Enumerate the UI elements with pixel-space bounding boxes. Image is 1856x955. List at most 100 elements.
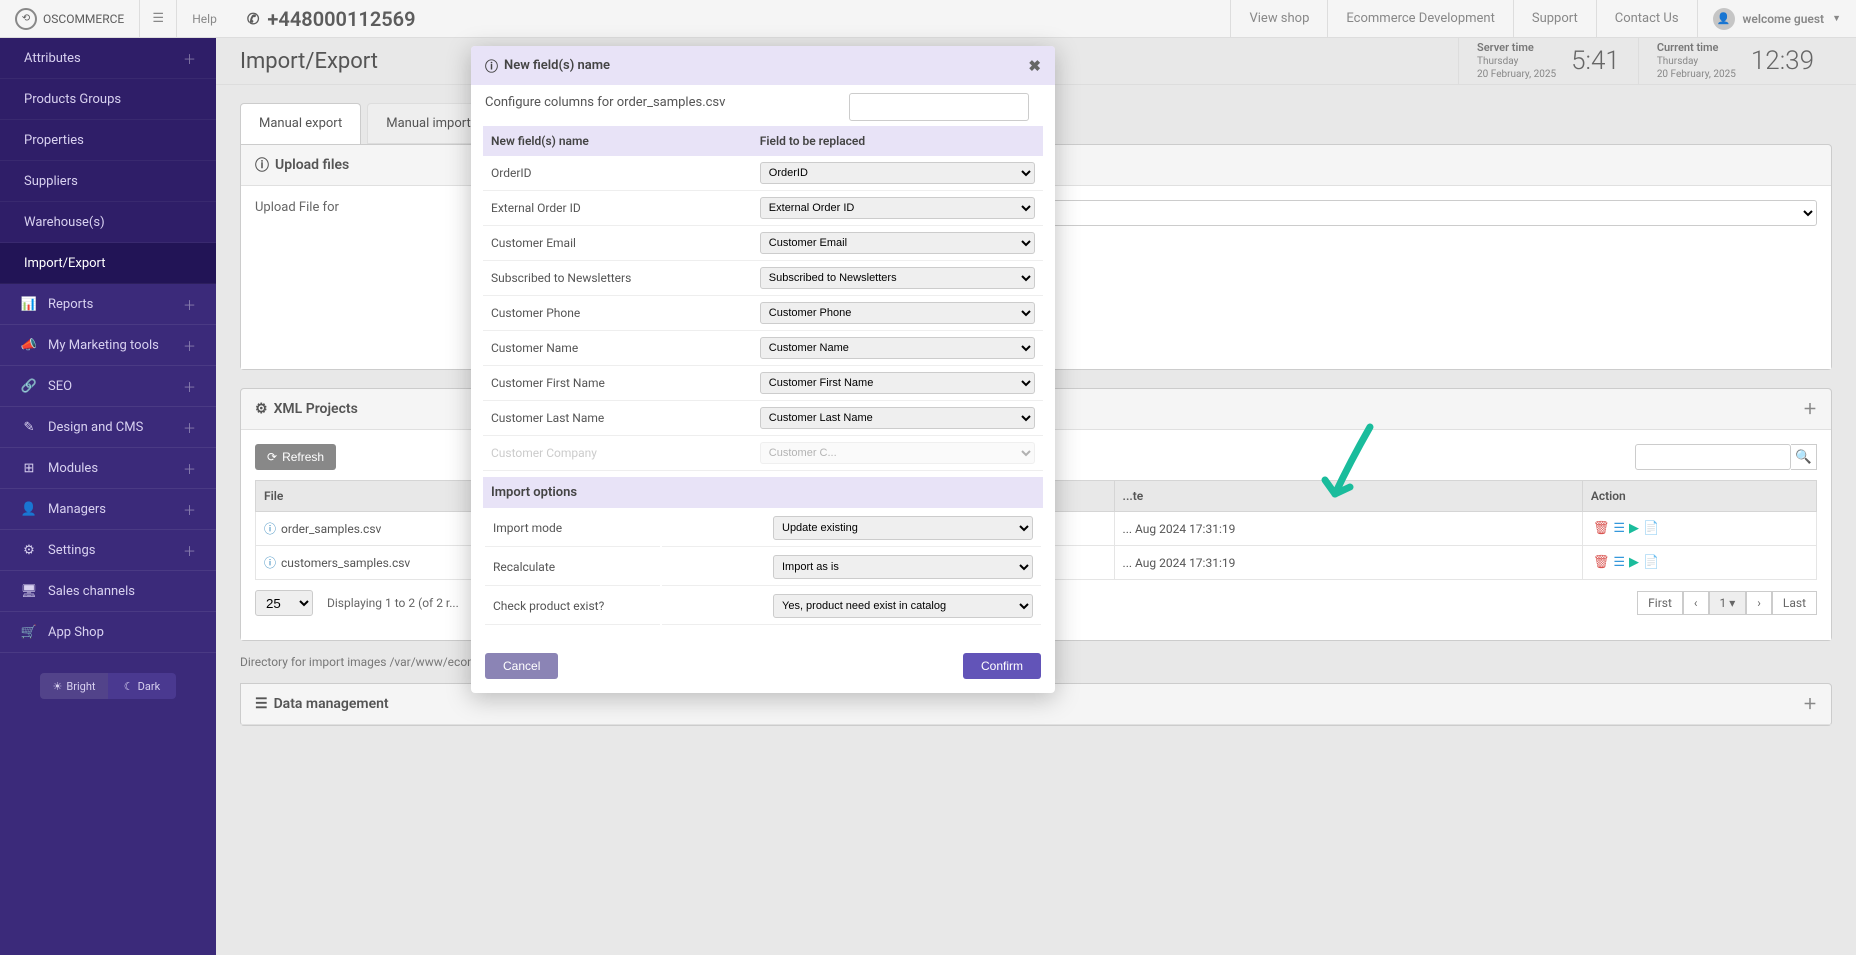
import-mode-label: Import mode xyxy=(485,510,660,547)
sidebar-item-label: Attributes xyxy=(24,51,183,66)
support-link[interactable]: Support xyxy=(1513,0,1596,38)
sidebar-item-products-groups[interactable]: Products Groups xyxy=(0,79,216,120)
page-size-select[interactable]: 25 xyxy=(255,590,313,616)
logo[interactable]: ⟲ OSCOMMERCE xyxy=(0,8,139,30)
field-replace-select[interactable]: Customer Name xyxy=(760,337,1035,359)
theme-dark-button[interactable]: ☾ Dark xyxy=(108,673,176,699)
help-link[interactable]: Help xyxy=(177,12,232,26)
list-icon[interactable]: ☰ xyxy=(1613,521,1625,536)
sidebar-item-properties[interactable]: Properties xyxy=(0,120,216,161)
delete-icon[interactable]: 🗑 xyxy=(1593,521,1610,536)
menu-icon: 🛒 xyxy=(20,625,38,640)
field-mapping-row: Customer Last NameCustomer Last Name xyxy=(483,401,1043,436)
search-input[interactable] xyxy=(1635,444,1791,470)
sidebar-item-reports[interactable]: 📊Reports＋ xyxy=(0,284,216,325)
plus-icon: ＋ xyxy=(183,459,196,478)
menu-icon: ⚙ xyxy=(20,543,38,558)
user-name: welcome guest xyxy=(1743,12,1825,26)
sidebar-item-import-export[interactable]: Import/Export xyxy=(0,243,216,284)
sidebar-item-design-and-cms[interactable]: ✎ Design and CMS＋ xyxy=(0,407,216,448)
pager-prev[interactable]: ‹ xyxy=(1683,591,1709,615)
pager-last[interactable]: Last xyxy=(1772,591,1817,615)
ecommerce-dev-link[interactable]: Ecommerce Development xyxy=(1327,0,1512,38)
add-project-icon[interactable]: ＋ xyxy=(1803,399,1817,419)
cancel-button[interactable]: Cancel xyxy=(485,653,558,679)
sidebar-item-seo[interactable]: 🔗SEO＋ xyxy=(0,366,216,407)
logo-text: OSCOMMERCE xyxy=(43,12,124,26)
plus-icon: ＋ xyxy=(183,418,196,437)
sidebar-item-label: Design and CMS xyxy=(48,420,183,435)
file-date: ... Aug 2024 17:31:19 xyxy=(1114,546,1582,580)
info-icon: ⓘ xyxy=(255,155,269,175)
recalculate-label: Recalculate xyxy=(485,549,660,586)
list-icon[interactable]: ☰ xyxy=(1613,555,1625,570)
file-date: ... Aug 2024 17:31:19 xyxy=(1114,512,1582,546)
field-mapping-row: Customer Company Customer C... xyxy=(483,436,1043,471)
sidebar-item-modules[interactable]: ⊞ Modules＋ xyxy=(0,448,216,489)
document-icon[interactable]: 📄 xyxy=(1643,555,1659,570)
sidebar-item-label: Sales channels xyxy=(48,584,196,599)
recalculate-select[interactable]: Import as is xyxy=(773,555,1033,579)
close-icon[interactable]: ✖ xyxy=(1028,57,1041,75)
sidebar-item-label: Settings xyxy=(48,543,183,558)
plus-icon: ＋ xyxy=(183,500,196,519)
delete-icon[interactable]: 🗑 xyxy=(1593,555,1610,570)
user-menu[interactable]: 👤 welcome guest ▼ xyxy=(1697,0,1856,38)
sidebar-item-settings[interactable]: ⚙Settings＋ xyxy=(0,530,216,571)
file-name: customers_samples.csv xyxy=(281,556,410,570)
sidebar-item-attributes[interactable]: Attributes＋ xyxy=(0,38,216,79)
field-mapping-row: Subscribed to NewslettersSubscribed to N… xyxy=(483,261,1043,296)
field-replace-select[interactable]: OrderID xyxy=(760,162,1035,184)
field-replace-select[interactable]: Customer First Name xyxy=(760,372,1035,394)
confirm-button[interactable]: Confirm xyxy=(963,653,1041,679)
import-mode-select[interactable]: Update existing xyxy=(773,516,1033,540)
document-icon[interactable]: 📄 xyxy=(1643,521,1659,536)
sidebar-item-label: Products Groups xyxy=(24,92,196,107)
play-icon[interactable]: ▶ xyxy=(1629,555,1639,570)
modal-filter-input[interactable] xyxy=(849,93,1029,121)
refresh-button[interactable]: ⟳ Refresh xyxy=(255,444,336,470)
menu-icon: ⊞ xyxy=(20,461,38,476)
field-replace-select[interactable]: Customer Email xyxy=(760,232,1035,254)
theme-toggle[interactable]: ☀ Bright ☾ Dark xyxy=(40,673,176,699)
field-mapping-row: Customer EmailCustomer Email xyxy=(483,226,1043,261)
pager-first[interactable]: First xyxy=(1637,591,1683,615)
field-replace-select[interactable]: Customer Phone xyxy=(760,302,1035,324)
field-mapping-row: External Order ID External Order ID xyxy=(483,191,1043,226)
modal-title: New field(s) name xyxy=(504,58,610,73)
contact-link[interactable]: Contact Us xyxy=(1596,0,1697,38)
field-replace-select[interactable]: External Order ID xyxy=(760,197,1035,219)
phone-number: ✆ +448000112569 xyxy=(232,7,431,31)
caret-down-icon: ▼ xyxy=(1832,13,1841,24)
sidebar: Attributes＋Products GroupsPropertiesSupp… xyxy=(0,38,216,955)
tab-manual-export[interactable]: Manual export xyxy=(240,103,361,144)
view-shop-link[interactable]: View shop xyxy=(1230,0,1327,38)
sidebar-item-sales-channels[interactable]: 🖥Sales channels xyxy=(0,571,216,612)
field-replace-select[interactable]: Customer C... xyxy=(760,442,1035,464)
sidebar-item-label: Modules xyxy=(48,461,183,476)
add-data-icon[interactable]: ＋ xyxy=(1803,694,1817,714)
pager-next[interactable]: › xyxy=(1746,591,1772,615)
field-name: OrderID xyxy=(483,156,752,191)
col-replace-field: Field to be replaced xyxy=(752,126,1043,156)
menu-toggle-icon[interactable]: ☰ xyxy=(139,0,177,38)
field-name: Customer Name xyxy=(483,331,752,366)
theme-bright-button[interactable]: ☀ Bright xyxy=(40,673,108,699)
sidebar-item-app-shop[interactable]: 🛒 App Shop xyxy=(0,612,216,653)
field-name: External Order ID xyxy=(483,191,752,226)
check-product-select[interactable]: Yes, product need exist in catalog xyxy=(773,594,1033,618)
field-replace-select[interactable]: Subscribed to Newsletters xyxy=(760,267,1035,289)
field-name: Customer Company xyxy=(483,436,752,471)
sidebar-item-warehouse-s-[interactable]: Warehouse(s) xyxy=(0,202,216,243)
plus-icon: ＋ xyxy=(183,49,196,68)
sidebar-item-managers[interactable]: 👤Managers＋ xyxy=(0,489,216,530)
menu-icon: ✎ xyxy=(20,420,38,435)
sidebar-item-label: App Shop xyxy=(48,625,196,640)
sidebar-item-my-marketing-tools[interactable]: 📣My Marketing tools＋ xyxy=(0,325,216,366)
search-button[interactable]: 🔍 xyxy=(1791,444,1817,470)
file-icon: ⓘ xyxy=(264,556,276,570)
field-replace-select[interactable]: Customer Last Name xyxy=(760,407,1035,429)
play-icon[interactable]: ▶ xyxy=(1629,521,1639,536)
sidebar-item-suppliers[interactable]: Suppliers xyxy=(0,161,216,202)
pager-page[interactable]: 1 ▾ xyxy=(1709,591,1747,615)
